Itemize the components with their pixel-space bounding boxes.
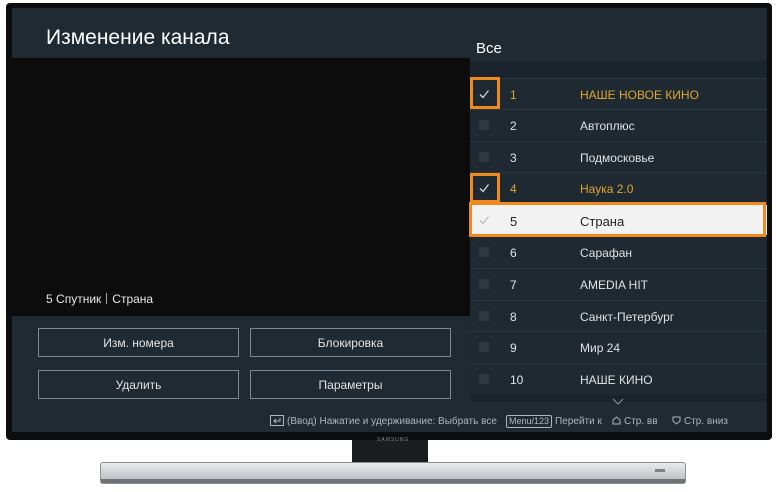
channel-number: 6 <box>510 246 517 260</box>
channel-down-icon <box>672 416 681 425</box>
current-channel-name: Страна <box>112 292 154 306</box>
highlight-frame-row-5 <box>469 202 766 237</box>
page-up-hint: Стр. вв <box>611 415 658 427</box>
list-header: Все <box>476 40 502 57</box>
channel-number: 8 <box>510 310 517 324</box>
channel-row-10[interactable]: 10 НАШЕ КИНО <box>470 363 767 394</box>
tv-stand-base <box>100 462 686 484</box>
enter-hint: (Ввод) Нажатие и удерживание: Выбрать вс… <box>270 415 497 427</box>
channel-row-3[interactable]: 3 Подмосковье <box>470 141 767 172</box>
tv-stand-neck <box>352 440 428 464</box>
channel-up-icon <box>612 416 621 425</box>
video-preview <box>12 58 470 316</box>
channel-row-4[interactable]: 4 Наука 2.0 <box>470 172 767 203</box>
goto-label: Перейти к <box>555 416 602 427</box>
channel-name: Наука 2.0 <box>580 182 634 196</box>
highlight-frame-check-4 <box>470 173 500 203</box>
checkbox[interactable] <box>479 342 489 352</box>
current-channel-source: Спутник <box>56 292 102 306</box>
channel-number: 3 <box>510 151 517 165</box>
scroll-down-chevron-icon[interactable] <box>612 398 624 405</box>
goto-hint: Menu/123 Перейти к <box>506 415 602 428</box>
channel-row-9[interactable]: 9 Мир 24 <box>470 331 767 362</box>
page-down-label: Стр. вниз <box>684 416 728 427</box>
delete-button[interactable]: Удалить <box>38 370 239 399</box>
channel-name: Автоплюс <box>580 119 635 133</box>
page-title: Изменение канала <box>46 26 230 49</box>
checkbox[interactable] <box>479 311 489 321</box>
stand-edge <box>101 479 685 483</box>
channel-number: 10 <box>510 373 524 387</box>
channel-row-6[interactable]: 6 Сарафан <box>470 236 767 267</box>
channel-name: НАШЕ КИНО <box>580 373 653 387</box>
channel-row-2[interactable]: 2 Автоплюс <box>470 109 767 140</box>
channel-number: 7 <box>510 278 517 292</box>
channel-name: AMEDIA HIT <box>580 278 649 292</box>
stand-mark <box>655 469 665 472</box>
channel-name: Сарафан <box>580 246 632 260</box>
channel-name: Мир 24 <box>580 341 621 355</box>
channel-number: 9 <box>510 341 517 355</box>
channel-row-1[interactable]: 1 НАШЕ НОВОЕ КИНО <box>470 78 767 109</box>
current-channel-info: 5 Спутник Страна <box>46 292 153 306</box>
page-up-label: Стр. вв <box>624 416 658 427</box>
checkbox[interactable] <box>479 279 489 289</box>
channel-row-7[interactable]: 7 AMEDIA HIT <box>470 268 767 299</box>
highlight-frame-check-1 <box>470 77 500 109</box>
channel-number: 1 <box>510 88 517 102</box>
channel-number: 4 <box>510 182 517 196</box>
current-channel-number: 5 <box>46 292 53 306</box>
checkbox[interactable] <box>479 120 489 130</box>
info-separator <box>106 293 108 304</box>
channel-name: Санкт-Петербург <box>580 310 675 324</box>
channel-name: Подмосковье <box>580 151 655 165</box>
page-down-hint: Стр. вниз <box>671 415 728 427</box>
enter-hint-text: (Ввод) Нажатие и удерживание: Выбрать вс… <box>287 416 497 427</box>
checkbox[interactable] <box>479 247 489 257</box>
checkbox[interactable] <box>479 374 489 384</box>
tv-brand-logo: SAMSUNG <box>377 437 410 443</box>
lock-button[interactable]: Блокировка <box>250 328 451 357</box>
footer-bar: (Ввод) Нажатие и удерживание: Выбрать вс… <box>12 410 767 432</box>
enter-key-icon <box>270 415 284 426</box>
change-number-button[interactable]: Изм. номера <box>38 328 239 357</box>
checkbox[interactable] <box>479 152 489 162</box>
channel-row-8[interactable]: 8 Санкт-Петербург <box>470 300 767 331</box>
channel-name: НАШЕ НОВОЕ КИНО <box>580 88 699 102</box>
menu-key-icon: Menu/123 <box>506 415 553 428</box>
channel-number: 2 <box>510 119 517 133</box>
options-button[interactable]: Параметры <box>250 370 451 399</box>
